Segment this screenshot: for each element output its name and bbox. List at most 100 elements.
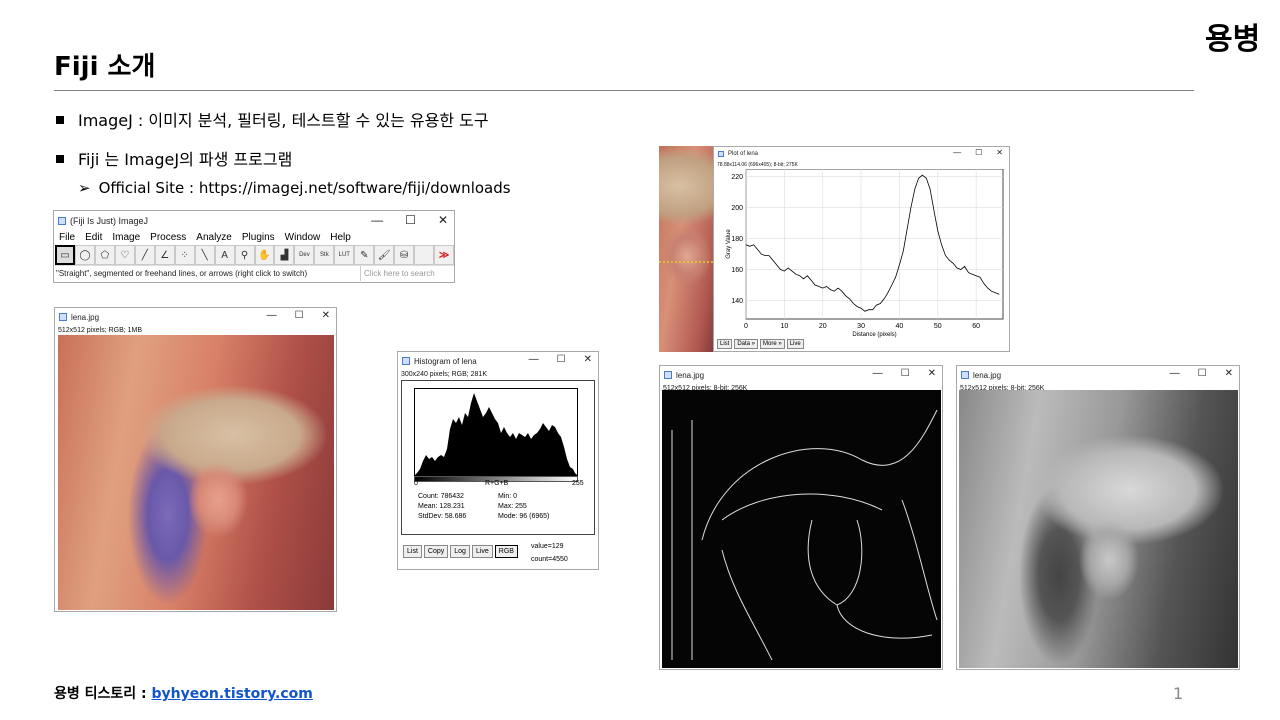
oval-tool-icon[interactable]: ◯ — [74, 245, 95, 265]
more-button[interactable]: More » — [760, 339, 785, 349]
background-edge — [901, 499, 938, 621]
histogram-plot[interactable] — [414, 388, 578, 476]
freehand-tool-icon[interactable]: ♡ — [114, 245, 135, 265]
menu-image[interactable]: Image — [112, 232, 140, 244]
menu-analyze[interactable]: Analyze — [196, 232, 232, 244]
close-button[interactable]: ✕ — [322, 310, 330, 321]
histogram-info: 300x240 pixels; RGB; 281K — [401, 371, 487, 378]
edge-lines — [671, 409, 938, 661]
toolbar: ▭ ◯ ⬠ ♡ ╱ ∠ ⁘ ╲ A ⚲ ✋ ▟ Dev Stk LUT ✎ 🖌 … — [54, 245, 455, 265]
maximize-button[interactable]: ☐ — [557, 354, 566, 365]
close-button[interactable]: ✕ — [996, 148, 1003, 157]
text-tool-icon[interactable]: A — [214, 245, 235, 265]
hat-edge — [701, 409, 938, 541]
footer-link[interactable]: byhyeon.tistory.com — [152, 686, 313, 702]
live-button[interactable]: Live — [471, 545, 493, 558]
menu-bar: File Edit Image Process Analyze Plugins … — [54, 231, 454, 245]
imagej-main-window: (Fiji Is Just) ImageJ — ☐ ✕ File Edit Im… — [53, 210, 455, 283]
stat-mode: Mode: 96 (6965) — [498, 513, 550, 520]
data-button[interactable]: Data » — [734, 339, 759, 349]
window-title: lena.jpg — [676, 370, 705, 380]
arrow-bullet-icon: ➢ — [78, 179, 91, 197]
window-title: Plot of lena — [728, 151, 759, 157]
stat-min: Min: 0 — [498, 493, 518, 500]
search-field[interactable]: Click here to search — [360, 266, 454, 281]
menu-file[interactable]: File — [59, 232, 75, 244]
minimize-button[interactable]: — — [371, 213, 383, 227]
copy-button[interactable]: Copy — [423, 545, 449, 558]
minimize-button[interactable]: — — [873, 368, 883, 379]
close-button[interactable]: ✕ — [584, 354, 592, 365]
rectangle-tool-icon[interactable]: ▭ — [55, 245, 75, 265]
slide-title: Fiji 소개 — [54, 52, 156, 82]
page-number: 1 — [1173, 684, 1184, 703]
window-titlebar[interactable]: lena.jpg — ☐ ✕ — [660, 366, 942, 384]
point-tool-icon[interactable]: ⁘ — [174, 245, 195, 265]
maximize-button[interactable]: ☐ — [405, 213, 416, 227]
image-window-icon — [59, 313, 67, 321]
window-titlebar[interactable]: Plot of lena — ☐ ✕ — [714, 147, 1009, 161]
lena-gray-image[interactable] — [959, 390, 1238, 668]
menu-process[interactable]: Process — [150, 232, 186, 244]
y-tick-label: 160 — [731, 267, 743, 274]
list-button[interactable]: List — [403, 545, 422, 558]
rgb-button[interactable]: RGB — [494, 545, 518, 558]
lena-gray-window: lena.jpg — ☐ ✕ 512x512 pixels; 8-bit; 25… — [956, 365, 1240, 670]
plot-info: 78.88x114.06 (696x405); 8-bit; 275K — [717, 162, 798, 168]
hat-band-edge — [721, 493, 883, 521]
magnifier-tool-icon[interactable]: ⚲ — [234, 245, 255, 265]
face-edge — [807, 519, 863, 606]
maximize-button[interactable]: ☐ — [901, 368, 910, 379]
y-tick-label: 220 — [731, 174, 743, 181]
y-tick-label: 200 — [731, 205, 743, 212]
angle-tool-icon[interactable]: ∠ — [154, 245, 175, 265]
maximize-button[interactable]: ☐ — [295, 310, 304, 321]
line-tool-icon[interactable]: ╱ — [134, 245, 155, 265]
more-tools-icon[interactable]: ≫ — [434, 245, 455, 265]
stk-menu-button[interactable]: Stk — [314, 245, 335, 265]
flood-fill-tool-icon[interactable]: ⛁ — [394, 245, 415, 265]
lena-line-selection-image[interactable] — [659, 146, 715, 352]
menu-edit[interactable]: Edit — [85, 232, 102, 244]
empty-tool-slot[interactable] — [414, 245, 435, 265]
minimize-button[interactable]: — — [529, 354, 539, 365]
sub-bullet-text: Official Site : https://imagej.net/softw… — [98, 179, 511, 197]
wand-tool-icon[interactable]: ╲ — [194, 245, 215, 265]
log-button[interactable]: Log — [450, 545, 470, 558]
x-tick-label: 10 — [780, 323, 788, 330]
status-bar: "Straight", segmented or freehand lines,… — [54, 265, 454, 281]
square-bullet-icon — [56, 155, 64, 163]
close-button[interactable]: ✕ — [1225, 368, 1233, 379]
minimize-button[interactable]: — — [1170, 368, 1180, 379]
lena-edge-image[interactable] — [662, 390, 941, 668]
close-button[interactable]: ✕ — [438, 213, 448, 227]
color-picker-tool-icon[interactable]: ▟ — [274, 245, 295, 265]
brush-tool-icon[interactable]: 🖌 — [374, 245, 395, 265]
menu-help[interactable]: Help — [330, 232, 351, 244]
close-button[interactable]: ✕ — [928, 368, 936, 379]
pencil-tool-icon[interactable]: ✎ — [354, 245, 375, 265]
maximize-button[interactable]: ☐ — [1198, 368, 1207, 379]
menu-window[interactable]: Window — [285, 232, 321, 244]
window-title: lena.jpg — [973, 370, 1002, 380]
y-axis-label: Gray Value — [726, 229, 732, 259]
hand-tool-icon[interactable]: ✋ — [254, 245, 275, 265]
dev-menu-button[interactable]: Dev — [294, 245, 315, 265]
minimize-button[interactable]: — — [267, 310, 277, 321]
window-titlebar[interactable]: lena.jpg — ☐ ✕ — [957, 366, 1239, 384]
live-button[interactable]: Live — [786, 339, 804, 349]
minimize-button[interactable]: — — [953, 148, 961, 157]
lena-color-image[interactable] — [58, 335, 334, 610]
polygon-tool-icon[interactable]: ⬠ — [94, 245, 115, 265]
maximize-button[interactable]: ☐ — [975, 148, 982, 157]
lena-color-window: lena.jpg — ☐ ✕ 512x512 pixels; RGB; 1MB — [54, 307, 337, 612]
profile-plot-chart[interactable]: 0 10 20 30 40 50 60 140 160 180 200 220 Distance (pi… — [714, 169, 1011, 339]
window-titlebar[interactable]: (Fiji Is Just) ImageJ — ☐ ✕ — [54, 211, 454, 231]
window-titlebar[interactable]: lena.jpg — ☐ ✕ — [55, 308, 336, 326]
window-titlebar[interactable]: Histogram of lena — ☐ ✕ — [398, 352, 598, 370]
pole-edge — [671, 420, 693, 660]
list-button[interactable]: List — [717, 339, 733, 349]
lut-menu-button[interactable]: LUT — [334, 245, 355, 265]
menu-plugins[interactable]: Plugins — [242, 232, 275, 244]
hist-axis-min: 0 — [414, 480, 418, 487]
